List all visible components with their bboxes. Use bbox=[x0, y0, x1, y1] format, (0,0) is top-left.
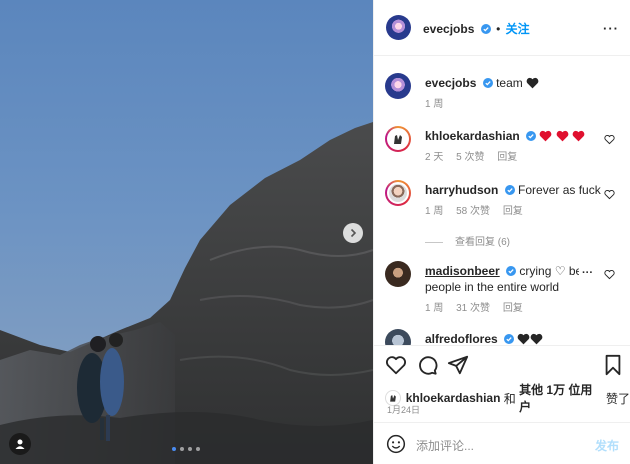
comment-options-icon[interactable]: ··· bbox=[579, 267, 593, 279]
reply-button[interactable]: 回复 bbox=[497, 152, 517, 163]
avatar-image bbox=[394, 135, 402, 144]
avatar[interactable] bbox=[385, 73, 411, 99]
bookmark-icon[interactable] bbox=[602, 354, 624, 376]
header-username[interactable]: evecjobs bbox=[423, 22, 474, 36]
black-heart-emoji-icon bbox=[526, 77, 539, 89]
comment-username[interactable]: harryhudson bbox=[425, 183, 498, 197]
reply-button[interactable]: 回复 bbox=[503, 206, 523, 217]
post-header: evecjobs • 关注 ··· bbox=[374, 0, 630, 56]
header-separator: • bbox=[496, 22, 501, 36]
red-heart-emoji-icon bbox=[540, 130, 552, 142]
more-options-icon[interactable]: ··· bbox=[603, 21, 619, 36]
like-comment-heart-icon[interactable] bbox=[604, 189, 615, 200]
carousel-dot bbox=[172, 447, 176, 451]
comment-time: 1 周 bbox=[425, 206, 444, 217]
caption-username[interactable]: evecjobs bbox=[425, 76, 476, 90]
verified-badge-icon bbox=[504, 334, 515, 344]
black-heart-emoji-icon bbox=[531, 333, 543, 345]
caption-text: team bbox=[496, 76, 523, 90]
caption-time: 1 周 bbox=[425, 99, 444, 110]
post-comment-button[interactable]: 发布 bbox=[595, 437, 619, 454]
comment-likes[interactable]: 5 次赞 bbox=[456, 152, 484, 163]
avatar[interactable] bbox=[385, 126, 411, 152]
view-replies-button[interactable]: 查看回复 (6) bbox=[425, 233, 510, 248]
comments-list: evecjobs team 1 周 khloekardashian 2 天 5 … bbox=[374, 57, 630, 345]
chevron-right-icon bbox=[350, 228, 357, 238]
likes-and: 和 bbox=[500, 391, 520, 406]
header-user: evecjobs • 关注 bbox=[423, 20, 530, 37]
black-heart-emoji-icon bbox=[518, 333, 530, 345]
avatar[interactable] bbox=[385, 329, 411, 345]
share-icon[interactable] bbox=[447, 354, 469, 376]
divider bbox=[425, 241, 443, 243]
comment-likes[interactable]: 58 次赞 bbox=[456, 206, 490, 217]
comment-likes[interactable]: 31 次赞 bbox=[456, 303, 490, 314]
user-icon bbox=[15, 439, 25, 449]
carousel-next-button[interactable] bbox=[343, 223, 363, 243]
reply-button[interactable]: 回复 bbox=[503, 303, 523, 314]
comment-icon[interactable] bbox=[416, 354, 438, 376]
verified-badge-icon bbox=[504, 185, 515, 195]
post-actions-bar bbox=[374, 345, 630, 381]
comment-time: 1 周 bbox=[425, 303, 444, 314]
likes-suffix: 赞了 bbox=[602, 391, 630, 406]
comment-input[interactable]: 添加评论... bbox=[416, 437, 474, 454]
like-comment-heart-icon[interactable] bbox=[604, 269, 615, 280]
post-photo[interactable] bbox=[0, 0, 373, 464]
red-hearts-emoji bbox=[539, 129, 585, 143]
emoji-icon[interactable] bbox=[386, 434, 406, 454]
avatar[interactable] bbox=[385, 180, 411, 206]
comment-username[interactable]: khloekardashian bbox=[425, 129, 520, 143]
post-sidebar: evecjobs • 关注 ··· evecjobs team 1 周 khlo… bbox=[373, 0, 630, 464]
carousel-dot bbox=[180, 447, 184, 451]
cliff-scene-image bbox=[0, 122, 373, 464]
verified-badge-icon bbox=[506, 266, 517, 276]
avatar-image bbox=[389, 395, 396, 402]
carousel-dot bbox=[196, 447, 200, 451]
verified-badge-icon bbox=[480, 24, 491, 34]
like-heart-icon[interactable] bbox=[385, 354, 407, 376]
verified-badge-icon bbox=[482, 78, 493, 88]
likes-others[interactable]: 其他 1万 位用户 bbox=[519, 381, 603, 415]
verified-badge-icon bbox=[526, 131, 537, 141]
like-comment-heart-icon[interactable] bbox=[604, 134, 615, 145]
likes-summary: khloekardashian 和 其他 1万 位用户 赞了 bbox=[385, 381, 630, 415]
tagged-users-button[interactable] bbox=[9, 433, 31, 455]
carousel-dot bbox=[188, 447, 192, 451]
carousel-indicator bbox=[172, 447, 200, 451]
comment-composer: 添加评论... 发布 bbox=[374, 422, 630, 464]
follow-button[interactable]: 关注 bbox=[506, 22, 530, 36]
comment-username[interactable]: alfredoflores bbox=[425, 332, 498, 345]
comment-time: 2 天 bbox=[425, 152, 444, 163]
avatar[interactable] bbox=[386, 15, 411, 40]
avatar[interactable] bbox=[385, 261, 411, 287]
post-date[interactable]: 1月24日 bbox=[387, 403, 420, 416]
red-heart-emoji-icon bbox=[572, 130, 585, 142]
comment-username[interactable]: madisonbeer bbox=[425, 264, 500, 278]
red-heart-emoji-icon bbox=[556, 130, 569, 142]
view-replies-label: 查看回复 (6) bbox=[455, 237, 510, 248]
comment-text: Forever as fuck bbox=[518, 183, 601, 197]
